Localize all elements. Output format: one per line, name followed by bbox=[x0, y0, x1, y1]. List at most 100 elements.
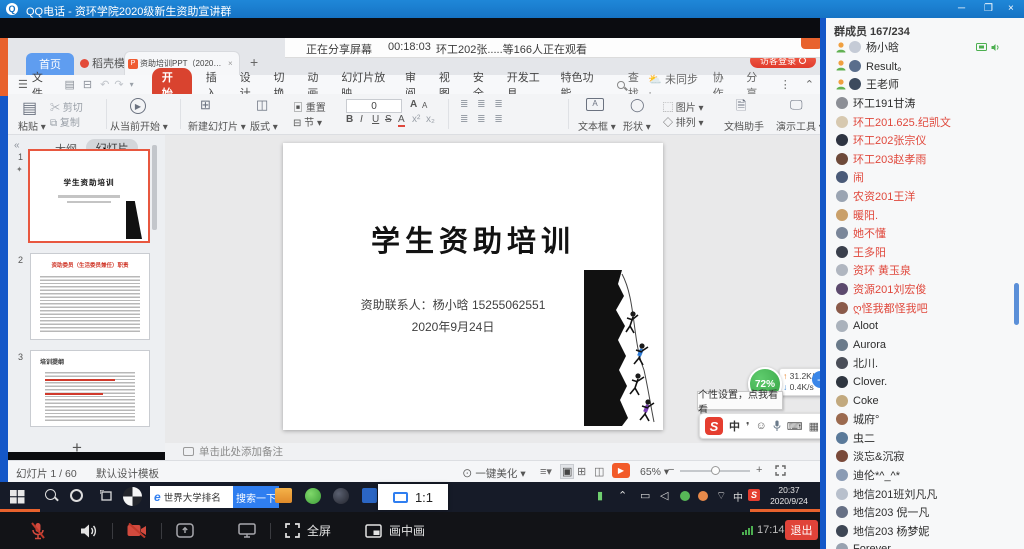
taskbar-app-wps-icon[interactable] bbox=[362, 488, 377, 503]
subscript-button[interactable]: x₂ bbox=[426, 114, 435, 125]
current-slide[interactable]: 学生资助培训 资助联系人：杨小晗 15255062551 2020年9月24日 bbox=[283, 143, 663, 430]
new-slide-button[interactable]: 新建幻灯片 ▾ bbox=[188, 118, 246, 133]
beautify-button[interactable]: ⊙ 一键美化 ▾ bbox=[462, 466, 526, 481]
member-row[interactable]: 资源201刘宏俊 bbox=[826, 280, 1024, 299]
zoom-level[interactable]: 65% ▾ bbox=[640, 466, 669, 478]
member-row[interactable]: ღ怪我都怪我吧 bbox=[826, 298, 1024, 317]
sogou-logo-icon[interactable]: S bbox=[705, 417, 723, 435]
slideshow-play-button[interactable]: ▶ bbox=[612, 463, 630, 478]
shapes-button[interactable]: 形状 ▾ bbox=[623, 118, 651, 133]
collapse-panel-icon[interactable]: « bbox=[14, 140, 20, 151]
slide-thumbnail-1[interactable]: 学生资助培训 bbox=[28, 149, 150, 243]
sharing-bar-handle[interactable] bbox=[801, 38, 822, 49]
tray-volume-icon[interactable]: ◁ bbox=[660, 489, 668, 502]
fullscreen-icon[interactable] bbox=[285, 523, 300, 538]
increase-font-icon[interactable]: A bbox=[410, 99, 417, 110]
slide-thumbnail-3[interactable]: 培训提纲 bbox=[30, 350, 150, 427]
play-from-current-button[interactable]: 从当前开始 ▾ bbox=[110, 118, 168, 133]
layout-button[interactable]: 版式 ▾ bbox=[250, 118, 278, 133]
paste-icon[interactable]: ▤ bbox=[22, 98, 37, 118]
member-row[interactable]: Coke bbox=[826, 391, 1024, 410]
member-row[interactable]: 环工202张宗仪 bbox=[826, 131, 1024, 150]
reset-button[interactable]: ▣ 重置 bbox=[293, 99, 326, 114]
member-row[interactable]: 环工191甘涛 bbox=[826, 94, 1024, 113]
bold-button[interactable]: B bbox=[346, 114, 353, 125]
paste-button[interactable]: 粘贴 ▾ bbox=[18, 118, 46, 133]
layout-icon[interactable]: ◫ bbox=[256, 97, 268, 113]
play-from-current-icon[interactable]: ▶ bbox=[130, 98, 146, 114]
taskbar-app-dark-icon[interactable] bbox=[333, 488, 349, 504]
picture-button[interactable]: ⬚ 图片 ▾ bbox=[663, 99, 704, 114]
member-row[interactable]: 地信201班刘凡凡 bbox=[826, 484, 1024, 503]
tray-usb-icon[interactable]: ▮ bbox=[597, 489, 603, 502]
toolbar-dropdown-icon[interactable]: ▾ bbox=[130, 80, 134, 89]
present-tools-icon[interactable]: 🖵 bbox=[790, 97, 803, 113]
member-row[interactable]: 闹 bbox=[826, 168, 1024, 187]
align-icons-row1[interactable]: ≣ ≣ ≣ bbox=[460, 99, 506, 110]
more-menu-icon[interactable]: ⋮ bbox=[780, 78, 791, 91]
cortana-icon[interactable] bbox=[70, 489, 83, 502]
member-row[interactable]: 资环 黄玉泉 bbox=[826, 261, 1024, 280]
doc-assistant-icon[interactable]: 🗎 bbox=[736, 97, 746, 119]
shapes-icon[interactable]: ◯ bbox=[630, 97, 645, 113]
restore-button[interactable]: ❐ bbox=[984, 3, 993, 14]
reading-view-icon[interactable]: ◫ bbox=[594, 465, 604, 478]
camera-muted-icon[interactable] bbox=[127, 523, 147, 538]
tray-hidden-icons-chevron[interactable]: ⌃ bbox=[618, 489, 627, 502]
font-color-button[interactable]: A bbox=[398, 114, 405, 127]
ime-emoji-icon[interactable]: ☺ bbox=[756, 420, 767, 432]
minimize-button[interactable]: ─ bbox=[958, 3, 965, 14]
member-row[interactable]: 环工201.625.纪凯文 bbox=[826, 112, 1024, 131]
member-row[interactable]: 她不懂 bbox=[826, 224, 1024, 243]
task-view-icon[interactable] bbox=[100, 490, 113, 502]
taskbar-search-box[interactable]: e 世界大学排名 bbox=[150, 486, 233, 508]
sogou-ime-toolbar[interactable]: S 中 ❜ ☺ ⌨ ▦ bbox=[699, 413, 827, 439]
ime-keyboard-icon[interactable]: ⌨ bbox=[787, 420, 803, 433]
ime-punctuation-icon[interactable]: ❜ bbox=[746, 420, 750, 433]
zoom-out-icon[interactable]: − bbox=[668, 464, 674, 476]
member-row[interactable]: 王老师 bbox=[826, 75, 1024, 94]
member-row[interactable]: Aurora bbox=[826, 336, 1024, 355]
member-row[interactable]: 地信203 杨梦妮 bbox=[826, 521, 1024, 540]
member-row[interactable]: Aloot bbox=[826, 317, 1024, 336]
screen-share-icon[interactable] bbox=[176, 523, 194, 538]
taskbar-app-folder-icon[interactable] bbox=[275, 488, 292, 503]
text-box-button[interactable]: 文本框 ▾ bbox=[578, 118, 616, 133]
member-row[interactable]: 虫二 bbox=[826, 428, 1024, 447]
member-row[interactable]: 城府° bbox=[826, 410, 1024, 429]
fullscreen-label[interactable]: 全屏 bbox=[307, 522, 331, 539]
taskbar-search-button[interactable]: 搜索一下 bbox=[233, 486, 279, 508]
taskbar-app-green-icon[interactable] bbox=[305, 488, 321, 504]
tray-green-app-icon[interactable] bbox=[680, 491, 690, 501]
member-row[interactable]: 地信203 倪一凡 bbox=[826, 503, 1024, 522]
zoom-slider-knob[interactable] bbox=[711, 466, 720, 475]
close-button[interactable]: × bbox=[1008, 3, 1014, 14]
pip-label[interactable]: 画中画 bbox=[389, 522, 425, 539]
member-row[interactable]: Forever bbox=[826, 540, 1024, 549]
member-row[interactable]: Clover. bbox=[826, 373, 1024, 392]
mic-muted-icon[interactable] bbox=[30, 522, 46, 540]
decrease-font-icon[interactable]: A bbox=[422, 101, 427, 110]
ime-mode-chinese[interactable]: 中 bbox=[729, 418, 740, 434]
doc-assistant-button[interactable]: 文档助手 bbox=[724, 118, 764, 133]
redo-icon[interactable]: ↷ bbox=[114, 78, 123, 91]
notes-toggle-icon[interactable]: ≡▾ bbox=[540, 465, 552, 478]
superscript-button[interactable]: x² bbox=[412, 114, 420, 125]
cut-button[interactable]: ✂ 剪切 bbox=[50, 99, 83, 114]
start-button[interactable] bbox=[10, 490, 25, 504]
slide-sorter-icon[interactable]: ⊞ bbox=[577, 465, 586, 478]
align-icons-row2[interactable]: ≣ ≣ ≣ bbox=[460, 114, 506, 125]
tray-ime-mode[interactable]: 中 bbox=[733, 489, 743, 504]
ime-toolbox-icon[interactable]: ▦ bbox=[809, 420, 819, 433]
arrange-button[interactable]: ◇ 排列 ▾ bbox=[663, 114, 704, 129]
member-row[interactable]: 王多阳 bbox=[826, 243, 1024, 262]
text-box-icon[interactable]: A bbox=[586, 98, 604, 111]
italic-button[interactable]: I bbox=[360, 114, 363, 125]
speaker-icon[interactable] bbox=[80, 523, 98, 539]
tray-network-icon[interactable]: ⌔ bbox=[716, 489, 726, 503]
fit-window-icon[interactable] bbox=[775, 465, 786, 476]
print-icon[interactable]: ⊟ bbox=[83, 78, 92, 91]
whiteboard-icon[interactable] bbox=[238, 523, 256, 538]
undo-icon[interactable]: ↶ bbox=[100, 78, 109, 91]
tray-battery-icon[interactable]: ▭ bbox=[640, 489, 650, 502]
